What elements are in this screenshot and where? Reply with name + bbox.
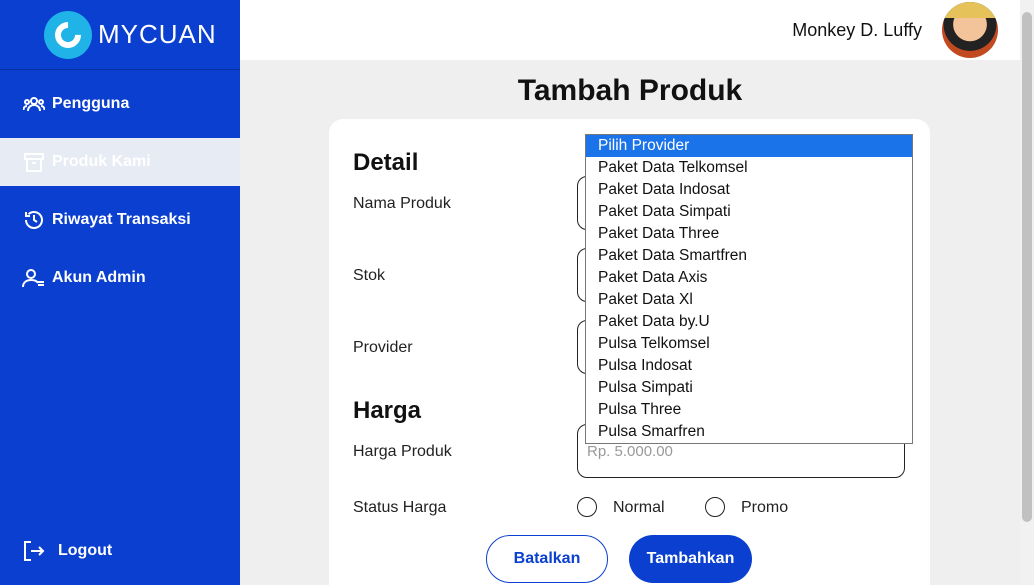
page-title: Tambah Produk: [517, 74, 743, 107]
harga-section-title: Harga: [353, 397, 422, 424]
history-icon: [22, 208, 46, 232]
scrollbar-thumb[interactable]: [1022, 12, 1032, 522]
provider-option[interactable]: Paket Data Xl: [586, 289, 912, 311]
provider-option[interactable]: Pulsa Three: [586, 399, 912, 421]
status-normal-label: Normal: [613, 499, 665, 516]
provider-option[interactable]: Pulsa Smarfren: [586, 421, 912, 443]
status-normal-radio[interactable]: [577, 497, 597, 517]
sidebar-item-label: Akun Admin: [52, 269, 146, 286]
provider-option[interactable]: Pilih Provider: [586, 135, 912, 157]
sidebar-item-riwayat-transaksi[interactable]: Riwayat Transaksi: [0, 196, 240, 244]
sidebar: MYCUAN Pengguna Produk Kami Riwayat Tran…: [0, 0, 240, 585]
sidebar-item-pengguna[interactable]: Pengguna: [0, 80, 240, 128]
avatar[interactable]: [942, 2, 998, 58]
provider-option[interactable]: Pulsa Simpati: [586, 377, 912, 399]
logout-button[interactable]: Logout: [0, 527, 240, 575]
status-promo-radio[interactable]: [705, 497, 725, 517]
provider-option[interactable]: Paket Data Smartfren: [586, 245, 912, 267]
logout-label: Logout: [58, 542, 113, 559]
provider-option[interactable]: Paket Data Axis: [586, 267, 912, 289]
brand-name: MYCUAN: [98, 19, 217, 49]
brand-logo-icon: [44, 10, 92, 59]
provider-dropdown-list[interactable]: Pilih Provider Paket Data Telkomsel Pake…: [585, 134, 913, 444]
provider-option[interactable]: Paket Data Simpati: [586, 201, 912, 223]
username: Monkey D. Luffy: [792, 20, 922, 40]
provider-option[interactable]: Pulsa Indosat: [586, 355, 912, 377]
stok-label: Stok: [353, 267, 386, 284]
users-icon: [22, 92, 46, 116]
status-promo-label: Promo: [741, 499, 789, 516]
cancel-button[interactable]: Batalkan: [486, 535, 608, 583]
page-scrollbar[interactable]: [1020, 0, 1034, 585]
provider-label: Provider: [353, 339, 413, 356]
provider-option[interactable]: Pulsa Telkomsel: [586, 333, 912, 355]
brand[interactable]: MYCUAN: [0, 0, 240, 70]
nama-produk-label: Nama Produk: [353, 195, 451, 212]
archive-icon: [22, 150, 46, 174]
provider-option[interactable]: Paket Data by.U: [586, 311, 912, 333]
logout-icon: [22, 539, 46, 563]
sidebar-item-label: Pengguna: [52, 95, 130, 112]
user-admin-icon: [22, 266, 46, 290]
provider-option[interactable]: Paket Data Telkomsel: [586, 157, 912, 179]
detail-section-title: Detail: [353, 149, 419, 176]
submit-button[interactable]: Tambahkan: [629, 535, 752, 583]
sidebar-item-akun-admin[interactable]: Akun Admin: [0, 254, 240, 302]
harga-produk-label: Harga Produk: [353, 443, 452, 460]
sidebar-item-produk-kami[interactable]: Produk Kami: [0, 138, 240, 186]
sidebar-item-label: Riwayat Transaksi: [52, 211, 191, 228]
provider-option[interactable]: Paket Data Indosat: [586, 179, 912, 201]
status-harga-label: Status Harga: [353, 499, 447, 516]
top-header: Monkey D. Luffy: [240, 0, 1020, 60]
harga-produk-placeholder: Rp. 5.000.00: [587, 443, 673, 460]
provider-option[interactable]: Paket Data Three: [586, 223, 912, 245]
sidebar-item-label: Produk Kami: [52, 153, 151, 170]
